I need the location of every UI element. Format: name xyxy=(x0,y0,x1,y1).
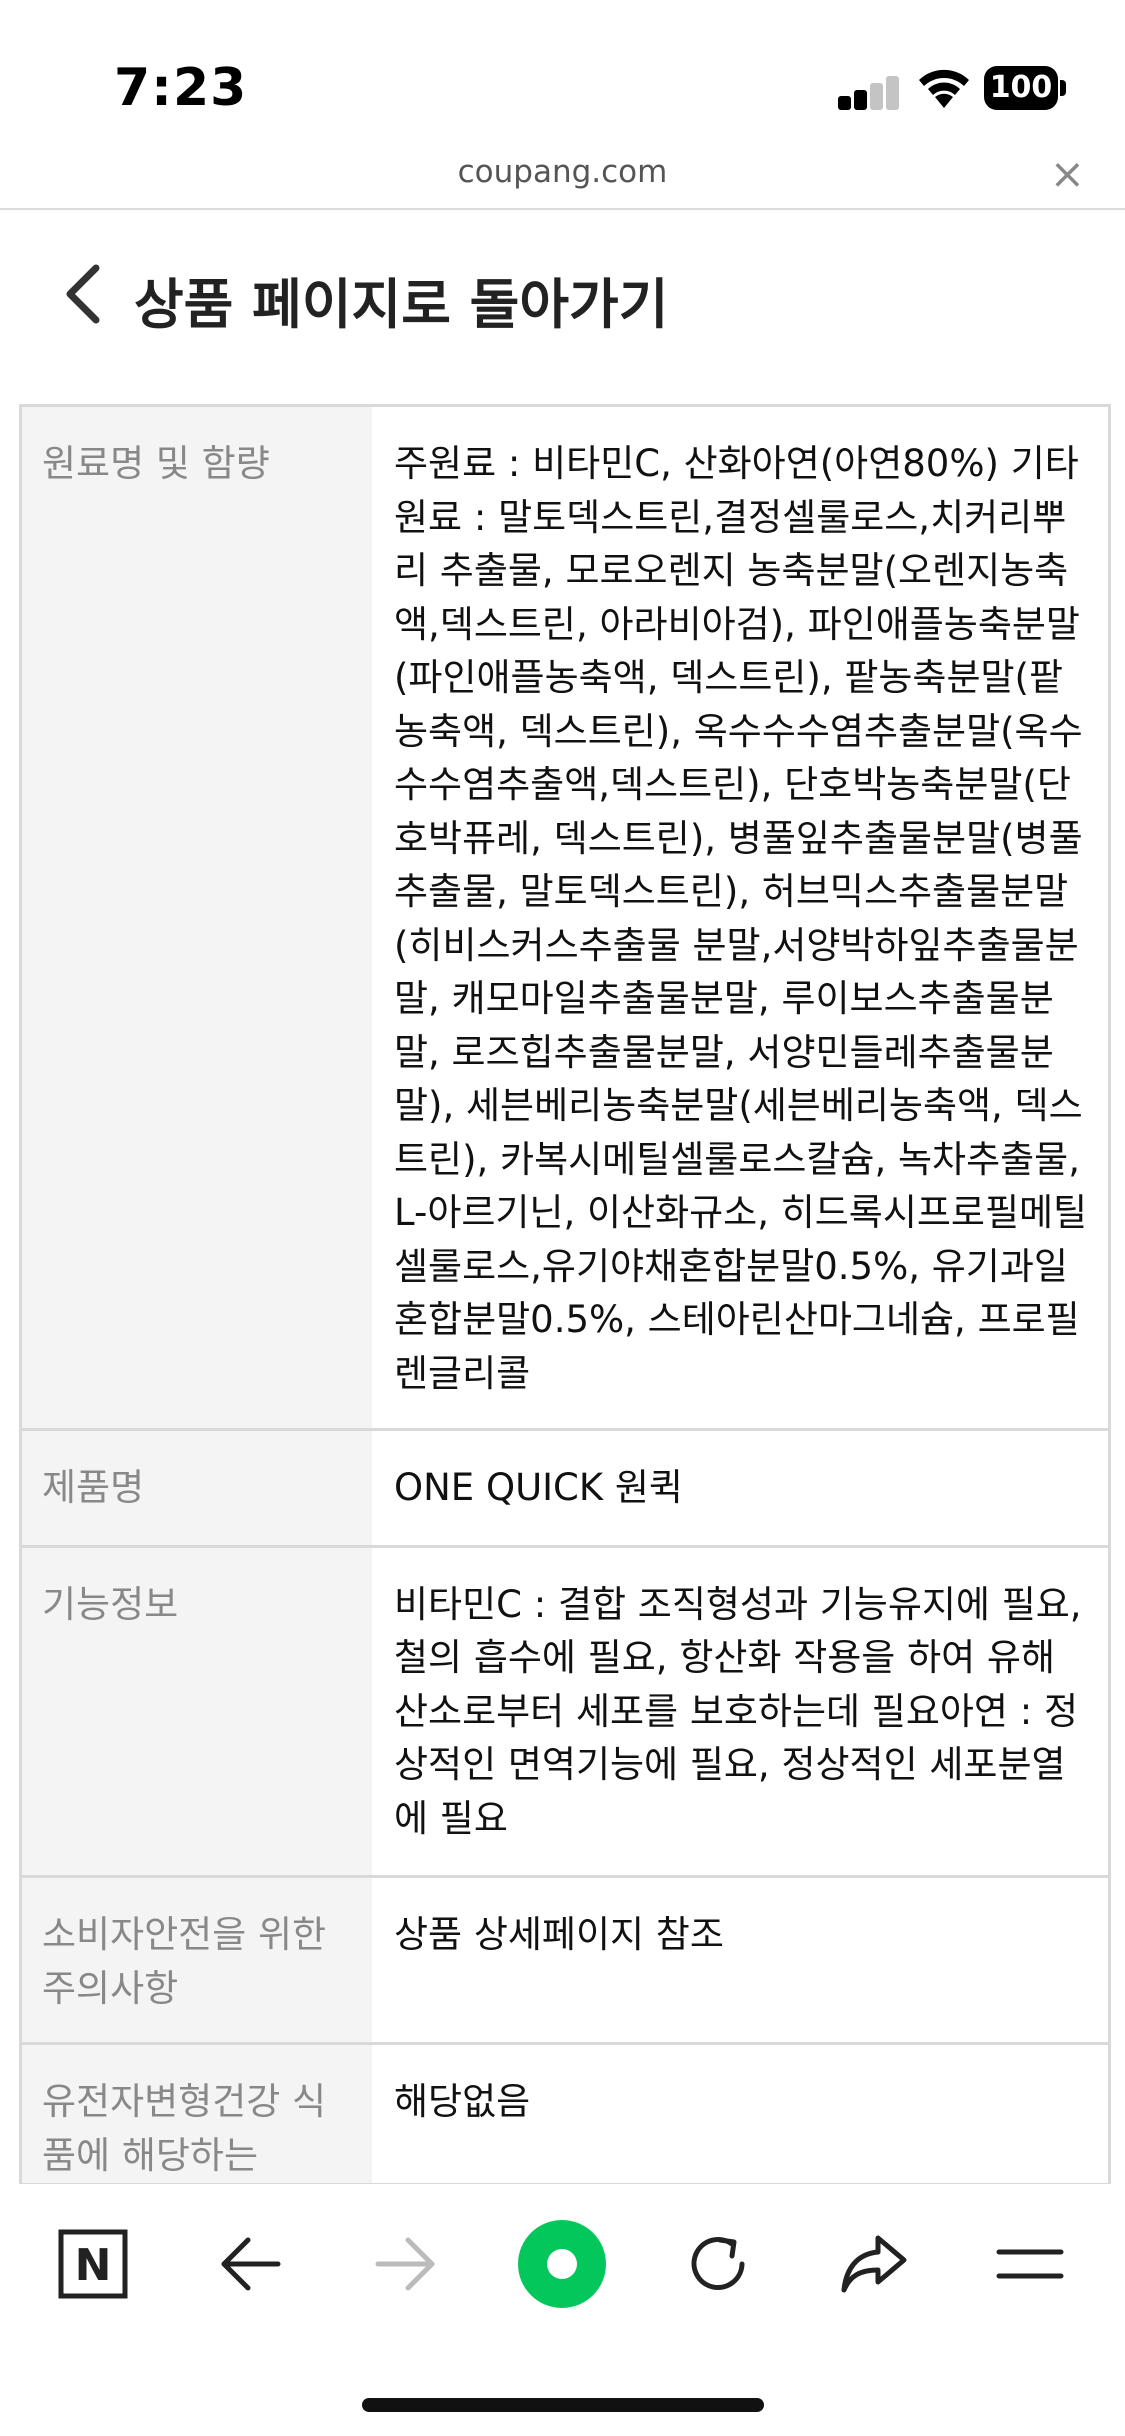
row-value: 상품 상세페이지 참조 xyxy=(394,1913,724,1956)
close-icon[interactable]: × xyxy=(1050,150,1085,198)
product-info-table: 원료명 및 함량 주원료 : 비타민C, 산화아연(아연80%) 기타원료 : … xyxy=(19,404,1111,2186)
back-chevron-icon[interactable] xyxy=(58,262,108,326)
table-row: 제품명 ONE QUICK 원퀵 xyxy=(22,1431,1108,1548)
battery-icon: 100 xyxy=(984,66,1066,110)
forward-arrow-icon[interactable] xyxy=(356,2214,456,2314)
menu-icon[interactable] xyxy=(980,2214,1080,2314)
table-row: 기능정보 비타민C : 결합 조직형성과 기능유지에 필요, 철의 흡수에 필요… xyxy=(22,1547,1108,1878)
row-value: 해당없음 xyxy=(394,2080,531,2123)
reload-icon[interactable] xyxy=(668,2214,768,2314)
row-label: 기능정보 xyxy=(22,1547,372,1875)
url-bar[interactable]: coupang.com × xyxy=(0,150,1125,210)
page-header: 상품 페이지로 돌아가기 xyxy=(0,210,1125,380)
status-time: 7:23 xyxy=(114,58,248,118)
table-row: 원료명 및 함량 주원료 : 비타민C, 산화아연(아연80%) 기타원료 : … xyxy=(22,407,1108,1431)
cellular-signal-icon xyxy=(838,76,900,110)
home-indicator xyxy=(362,2398,764,2412)
naver-n-label: N xyxy=(75,2240,112,2291)
back-to-product-link[interactable]: 상품 페이지로 돌아가기 xyxy=(134,260,668,339)
battery-level: 100 xyxy=(984,66,1058,110)
back-arrow-icon[interactable] xyxy=(200,2214,300,2314)
row-label: 소비자안전을 위한 주의사항 xyxy=(22,1878,372,2042)
row-label: 유전자변형건강 식품에 해당하는 xyxy=(22,2045,372,2183)
naver-home-button[interactable]: N xyxy=(43,2214,143,2314)
status-bar: 7:23 100 xyxy=(0,0,1125,150)
wifi-icon xyxy=(916,66,972,110)
row-value: 주원료 : 비타민C, 산화아연(아연80%) 기타원료 : 말토덱스트린,결정… xyxy=(394,442,1088,1395)
row-label: 제품명 xyxy=(22,1431,372,1545)
share-icon[interactable] xyxy=(824,2214,924,2314)
table-row: 소비자안전을 위한 주의사항 상품 상세페이지 참조 xyxy=(22,1878,1108,2045)
row-value: 비타민C : 결합 조직형성과 기능유지에 필요, 철의 흡수에 필요, 항산화… xyxy=(394,1582,1082,1840)
row-value: ONE QUICK 원퀵 xyxy=(394,1466,683,1509)
row-label: 원료명 및 함량 xyxy=(22,407,372,1428)
table-row: 유전자변형건강 식품에 해당하는 해당없음 xyxy=(22,2045,1108,2186)
green-dot-button[interactable] xyxy=(512,2214,612,2314)
url-domain[interactable]: coupang.com xyxy=(0,154,1125,190)
browser-toolbar: N xyxy=(0,2184,1125,2436)
